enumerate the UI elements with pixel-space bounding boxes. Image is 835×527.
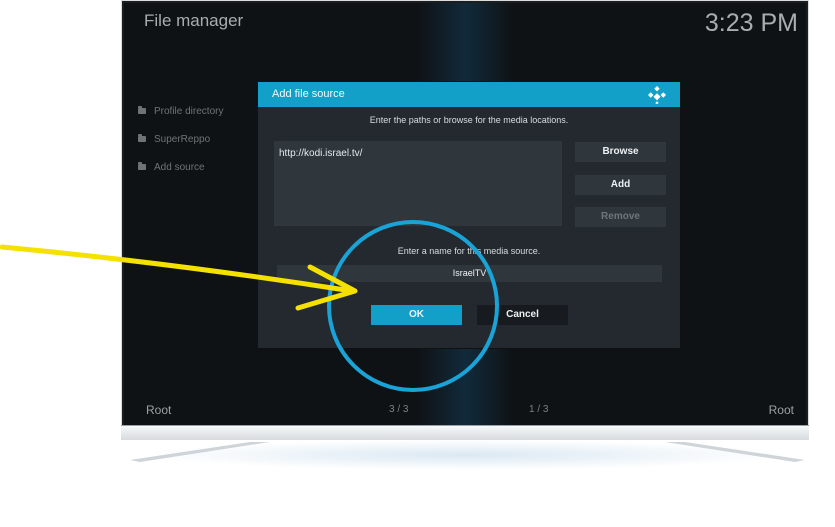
highlight-circle	[327, 220, 499, 392]
annotation-overlay	[0, 220, 499, 392]
arrow-icon	[0, 244, 358, 311]
